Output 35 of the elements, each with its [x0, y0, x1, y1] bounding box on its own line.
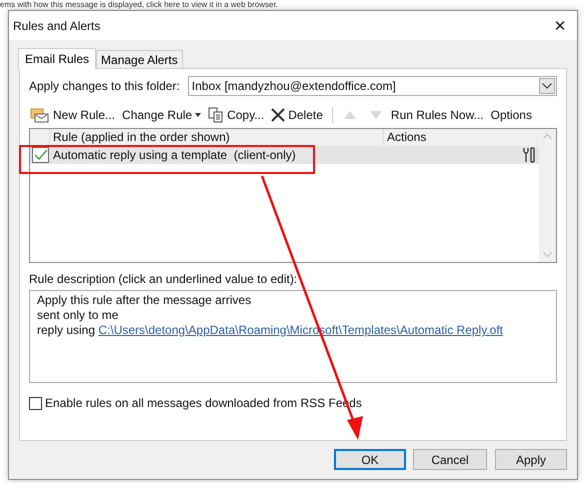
- dialog-button[interactable]: OK: [334, 449, 406, 470]
- toolbar-button[interactable]: Options: [490, 108, 536, 122]
- folder-envelope-icon: [30, 107, 50, 123]
- tools-icon: [522, 147, 536, 163]
- scroll-up-icon[interactable]: [543, 134, 552, 139]
- new-rule-button[interactable]: New Rule...: [29, 107, 120, 123]
- column-header[interactable]: Actions: [384, 129, 426, 145]
- close-button[interactable]: ✕: [543, 10, 577, 40]
- copy-icon: [208, 107, 224, 123]
- window-title: Rules and Alerts: [13, 18, 100, 32]
- copy-button[interactable]: Copy...: [207, 107, 268, 123]
- toolbar-button[interactable]: Run Rules Now...: [390, 108, 488, 122]
- background-text: ems with how this message is displayed, click here to view it in a web browser.: [0, 0, 278, 10]
- x-icon: [271, 108, 286, 122]
- description-line: sent only to me: [37, 308, 120, 323]
- column-header[interactable]: Rule (applied in the order shown): [50, 129, 384, 145]
- delete-button[interactable]: Delete: [270, 108, 327, 122]
- checkbox[interactable]: [29, 396, 42, 410]
- description-line: reply using: [37, 323, 96, 337]
- tab[interactable]: Email Rules: [18, 48, 96, 69]
- folder-dropdown[interactable]: Inbox [mandyzhou@extendoffice.com]: [188, 76, 557, 96]
- tab[interactable]: Manage Alerts: [96, 50, 183, 68]
- checkbox[interactable]: [32, 147, 49, 163]
- change-rule-button[interactable]: Change Rule: [121, 108, 206, 122]
- folder-label: Apply changes to this folder:: [29, 79, 180, 93]
- rule-row[interactable]: Automatic reply using a template (client-only): [30, 146, 539, 164]
- dialog-button[interactable]: Cancel: [413, 449, 487, 470]
- caret-icon: [195, 113, 202, 117]
- scrollbar[interactable]: [539, 129, 556, 262]
- dialog-button[interactable]: Apply: [495, 449, 567, 470]
- rule-name: Automatic reply using a template (client-only): [52, 148, 297, 162]
- description-label: Rule description (click an underlined value to edit):: [29, 272, 298, 286]
- description-line: Apply this rule after the message arrives: [37, 293, 252, 308]
- chevron-icon: [539, 78, 555, 94]
- scroll-down-icon[interactable]: [543, 252, 552, 257]
